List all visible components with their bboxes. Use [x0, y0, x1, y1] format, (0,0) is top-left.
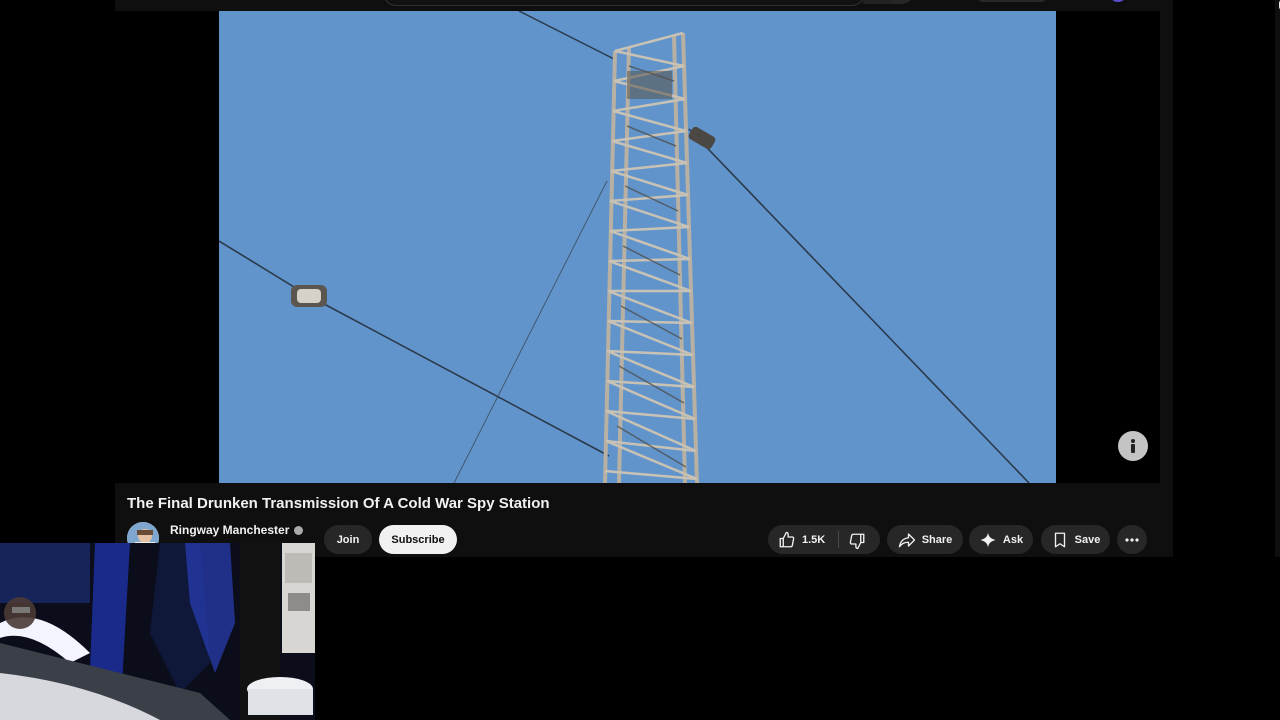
page-scrollbar[interactable]	[1275, 0, 1280, 557]
save-button[interactable]: Save	[1041, 525, 1110, 554]
subscribe-button[interactable]: Subscribe	[379, 525, 457, 554]
like-dislike-group: 1.5K	[768, 525, 880, 554]
masthead	[115, 0, 1173, 10]
like-divider	[838, 531, 839, 548]
video-title: The Final Drunken Transmission Of A Cold…	[127, 495, 550, 512]
channel-name-row[interactable]: Ringway Manchester	[170, 523, 304, 537]
channel-name[interactable]: Ringway Manchester	[170, 523, 289, 537]
webcam-feed	[0, 543, 315, 720]
save-label: Save	[1074, 533, 1101, 546]
bookmark-icon	[1054, 532, 1065, 547]
ask-button[interactable]: Ask	[969, 525, 1033, 554]
video-frame[interactable]	[219, 11, 1056, 483]
like-count: 1.5K	[802, 533, 826, 546]
info-button[interactable]	[1118, 431, 1148, 461]
sparkle-icon	[980, 532, 996, 547]
tower-scene	[219, 11, 1030, 483]
verified-badge-icon	[294, 525, 304, 535]
more-horizontal-icon	[1125, 537, 1139, 542]
webcam-overlay	[0, 543, 315, 720]
info-icon	[1131, 439, 1135, 453]
share-arrow-icon	[898, 532, 915, 547]
account-avatar[interactable]	[1111, 0, 1125, 2]
thumbs-up-icon	[779, 531, 795, 547]
share-button[interactable]: Share	[887, 525, 963, 554]
join-button[interactable]: Join	[324, 525, 372, 554]
like-button[interactable]: 1.5K	[778, 531, 825, 549]
share-label: Share	[921, 533, 953, 546]
search-input[interactable]	[383, 0, 865, 6]
thumbs-down-icon	[849, 533, 865, 550]
dislike-button[interactable]	[848, 532, 866, 550]
video-player[interactable]	[115, 11, 1160, 483]
create-button[interactable]	[977, 0, 1047, 2]
ask-label: Ask	[1002, 533, 1024, 546]
more-actions-button[interactable]	[1117, 525, 1147, 554]
